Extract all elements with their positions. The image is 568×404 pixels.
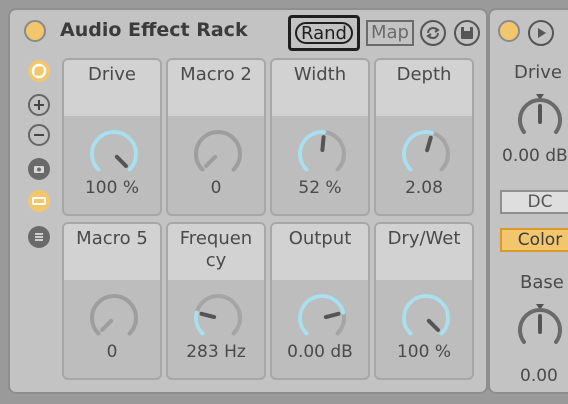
knob-value-arc (402, 294, 450, 336)
macro-label-area: Macro 2 (168, 60, 264, 116)
macro-label-area: Width (272, 60, 368, 116)
macro-knob-tile[interactable]: Depth 2.08 (374, 58, 474, 216)
macro-knob[interactable] (396, 288, 456, 348)
device2-drive-label: Drive (514, 62, 562, 83)
macro-knob[interactable] (188, 124, 248, 184)
knob-needle (320, 135, 326, 153)
knob-needle (426, 318, 441, 333)
snapshot-button[interactable] (28, 158, 50, 180)
macro-knob-tile[interactable]: Dry/Wet 100 % (374, 222, 474, 380)
knob-value-arc (90, 130, 138, 172)
device2-drive-value: 0.00 dB (502, 146, 568, 166)
map-button[interactable]: Map (366, 20, 414, 46)
macro-label: Depth (396, 64, 452, 85)
macro-knob-tile[interactable]: Drive 100 % (62, 58, 162, 216)
macro-toggle-button[interactable] (28, 190, 50, 212)
plus-icon (34, 100, 44, 110)
audio-effect-rack: Audio Effect Rack Rand Map Drive 100 % M… (8, 8, 488, 394)
knob-needle (425, 135, 433, 153)
knob-track (90, 294, 138, 336)
knob-track (194, 130, 242, 172)
macro-value: 283 Hz (186, 342, 246, 362)
dc-button[interactable]: DC (500, 190, 568, 214)
macro-knob[interactable] (292, 288, 352, 348)
macro-knob[interactable] (188, 288, 248, 348)
macro-knob[interactable] (396, 124, 456, 184)
macro-label: Width (293, 64, 347, 85)
macro-knob[interactable] (292, 124, 352, 184)
macro-knob-tile[interactable]: Macro 5 0 (62, 222, 162, 380)
macro-label: Macro 5 (76, 228, 148, 249)
color-button[interactable]: Color (500, 228, 568, 252)
macro-label-area: Output (272, 224, 368, 280)
knob-needle (99, 318, 114, 333)
hot-swap-icon (426, 27, 440, 39)
device2-base-knob[interactable] (512, 298, 568, 358)
knob-needle (114, 154, 129, 169)
camera-icon (34, 166, 44, 173)
macro-knob[interactable] (84, 288, 144, 348)
chain-icon (31, 63, 47, 79)
macro-label: Macro 2 (180, 64, 252, 85)
rack-power-button[interactable] (24, 20, 46, 42)
macro-knob-tile[interactable]: Width 52 % (270, 58, 370, 216)
macro-label-area: Depth (376, 60, 472, 116)
macro-knob-tile[interactable]: Macro 2 0 (166, 58, 266, 216)
minus-icon (34, 134, 44, 136)
show-chains-button[interactable] (28, 60, 50, 82)
device-list-button[interactable] (28, 226, 50, 248)
device2-power-button[interactable] (498, 20, 520, 42)
rand-button-label: Rand (295, 22, 353, 44)
macro-value: 0 (106, 342, 118, 362)
knob-value-arc (298, 130, 327, 172)
macro-label-area: Drive (64, 60, 160, 116)
device2-base-value: 0.00 (520, 366, 558, 386)
macro-label: Dry/Wet (387, 228, 461, 249)
knob-needle (323, 311, 341, 320)
list-icon (35, 233, 43, 241)
add-macro-button[interactable] (28, 94, 50, 116)
knob-needle (199, 311, 217, 320)
device2-drive-knob[interactable] (512, 88, 568, 148)
device2-play-button[interactable] (528, 20, 554, 46)
macro-label-area: Frequen cy (168, 224, 264, 280)
macro-value: 0 (210, 178, 222, 198)
macro-label-area: Dry/Wet (376, 224, 472, 280)
hot-swap-button[interactable] (420, 20, 446, 46)
knob-needle (203, 154, 218, 169)
macro-value: 2.08 (405, 178, 443, 198)
rand-button[interactable]: Rand (288, 15, 360, 51)
macro-value: 52 % (298, 178, 342, 198)
device2-base-label: Base (520, 272, 564, 293)
macro-label: Drive (88, 64, 136, 85)
second-device: Drive 0.00 dB DC Color Base 0.00 (488, 8, 568, 394)
macro-value: 0.00 dB (287, 342, 353, 362)
save-icon (461, 27, 473, 39)
macro-knob-tile[interactable]: Output 0.00 dB (270, 222, 370, 380)
macro-toggle-icon (32, 197, 46, 205)
rack-title: Audio Effect Rack (60, 19, 248, 41)
macro-knob-tile[interactable]: Frequen cy 283 Hz (166, 222, 266, 380)
macro-value: 100 % (84, 178, 139, 198)
macro-label: Output (288, 228, 352, 249)
macro-label: Frequen cy (179, 228, 253, 271)
macro-value: 100 % (396, 342, 451, 362)
macro-knob[interactable] (84, 124, 144, 184)
save-preset-button[interactable] (454, 20, 480, 46)
play-icon (538, 28, 546, 38)
remove-macro-button[interactable] (28, 124, 50, 146)
rack-title-bar: Audio Effect Rack Rand Map (10, 10, 486, 52)
macro-label-area: Macro 5 (64, 224, 160, 280)
